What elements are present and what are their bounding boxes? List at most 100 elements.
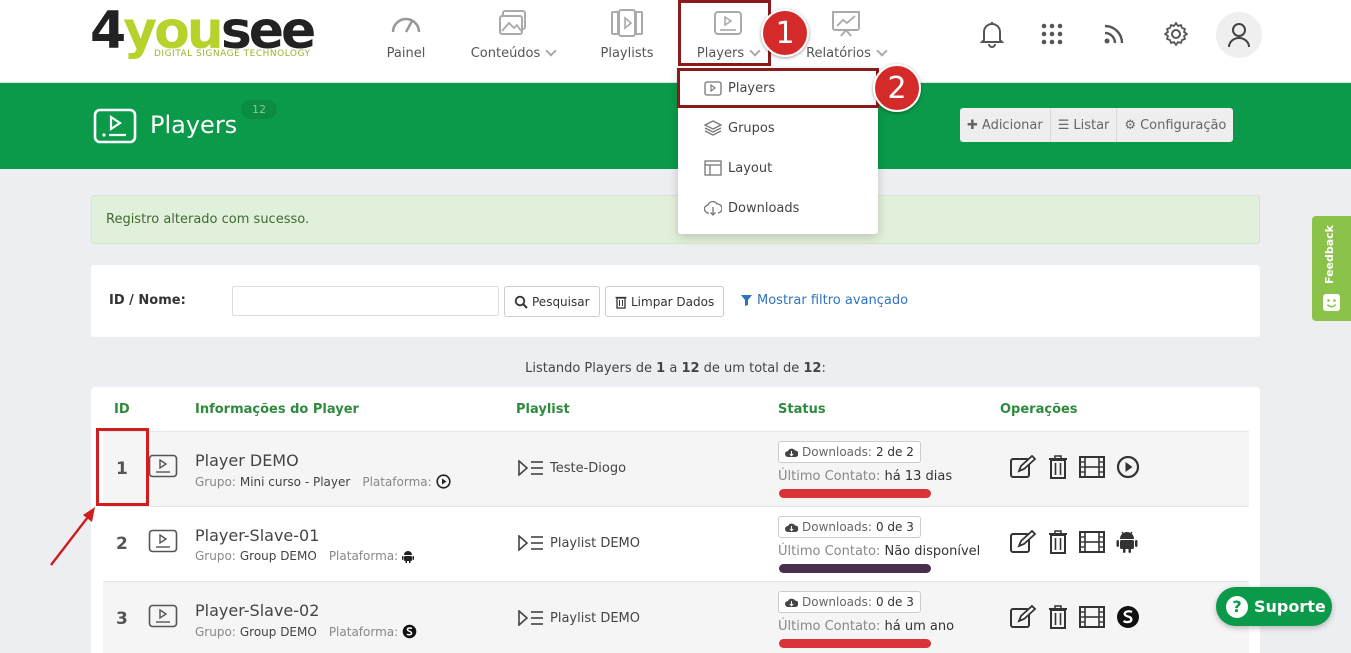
list-icon: ☰ <box>1057 117 1070 133</box>
column-header-operations: Operações <box>1000 402 1078 417</box>
android-icon <box>402 551 415 563</box>
row-operations <box>1009 605 1140 629</box>
downloads-badge: Downloads: 0 de 3 <box>778 516 921 538</box>
nav-painel[interactable]: Painel <box>381 0 431 70</box>
logo[interactable]: 4yousee DIGITAL SIGNAGE TECHNOLOGY <box>90 2 316 62</box>
playlist-lines-icon <box>518 610 543 626</box>
column-header-id[interactable]: ID <box>114 402 130 417</box>
smile-icon <box>1323 294 1340 311</box>
android-icon[interactable] <box>1116 530 1138 554</box>
images-icon <box>496 6 530 40</box>
dropdown-item-layout[interactable]: Layout <box>678 148 878 188</box>
clear-button[interactable]: Limpar Dados <box>605 286 725 317</box>
listing-summary: Listando Players de 1 a 12 de um total d… <box>525 361 826 376</box>
player-name-link[interactable]: Player DEMO <box>195 451 299 470</box>
nav-conteudos[interactable]: Conteúdos <box>466 0 560 70</box>
report-chart-icon <box>829 6 863 40</box>
edit-icon[interactable] <box>1009 530 1037 554</box>
user-icon <box>1228 23 1250 48</box>
play-circle-icon <box>436 474 451 489</box>
bell-icon[interactable] <box>972 14 1012 54</box>
dropdown-item-grupos[interactable]: Grupos <box>678 108 878 148</box>
advanced-filter-link[interactable]: Mostrar filtro avançado <box>741 293 908 308</box>
cloud-download-icon <box>785 598 798 607</box>
support-button[interactable]: ? Suporte <box>1216 587 1332 626</box>
annotation-arrow-icon <box>50 507 95 566</box>
column-header-status[interactable]: Status <box>778 402 826 417</box>
dropdown-item-downloads[interactable]: Downloads <box>678 188 878 228</box>
filter-label: ID / Nome: <box>109 293 186 308</box>
column-header-info[interactable]: Informações do Player <box>195 402 359 417</box>
playlist-cell[interactable]: Teste-Diogo <box>518 460 626 476</box>
playlist-cell[interactable]: Playlist DEMO <box>518 535 640 551</box>
filter-funnel-icon <box>741 295 752 306</box>
nav-playlists-label: Playlists <box>600 46 654 61</box>
nav-conteudos-label: Conteúdos <box>470 46 541 61</box>
config-button[interactable]: ⚙ Configuração <box>1117 108 1233 142</box>
players-count-badge: 12 <box>241 100 277 119</box>
gear-icon[interactable] <box>1156 14 1196 54</box>
player-screen-icon <box>148 529 178 559</box>
table-row: 2 Player-Slave-01 Grupo: Group DEMO Plataf… <box>103 506 1249 581</box>
nav-relatorios[interactable]: Relatórios <box>801 0 891 70</box>
trash-icon <box>615 296 627 309</box>
player-name-link[interactable]: Player-Slave-01 <box>195 526 319 545</box>
trash-icon[interactable] <box>1048 455 1068 479</box>
layers-icon <box>704 120 722 136</box>
players-table: ID Informações do Player Playlist Status… <box>91 387 1260 653</box>
search-input[interactable] <box>232 286 499 316</box>
player-meta: Grupo: Mini curso - Player Plataforma: <box>195 474 451 489</box>
nav-painel-label: Painel <box>386 46 426 61</box>
playlist-lines-icon <box>518 460 543 476</box>
player-screen-icon <box>93 108 137 148</box>
player-name-link[interactable]: Player-Slave-02 <box>195 601 319 620</box>
playlist-cell[interactable]: Playlist DEMO <box>518 610 640 626</box>
apps-grid-icon[interactable] <box>1032 14 1072 54</box>
player-screen-icon <box>148 454 178 484</box>
player-meta: Grupo: Group DEMO Plataforma: <box>195 549 415 563</box>
trash-icon[interactable] <box>1048 530 1068 554</box>
feedback-label: Feedback <box>1323 225 1336 284</box>
search-button[interactable]: Pesquisar <box>504 286 600 317</box>
search-icon <box>514 295 528 309</box>
chevron-down-icon <box>876 45 888 57</box>
annotation-highlight-row-id <box>96 428 149 506</box>
downloads-badge: Downloads: 0 de 3 <box>778 591 921 613</box>
annotation-step-2: 2 <box>873 64 921 112</box>
rss-feed-icon[interactable] <box>1094 14 1134 54</box>
annotation-highlight-players-nav <box>678 0 771 66</box>
add-button[interactable]: ✚ Adicionar <box>960 108 1051 142</box>
playlist-icon <box>610 6 644 40</box>
downloads-badge: Downloads: 2 de 2 <box>778 441 921 463</box>
edit-icon[interactable] <box>1009 455 1037 479</box>
trash-icon[interactable] <box>1048 605 1068 629</box>
status-bar <box>779 639 931 648</box>
list-button[interactable]: ☰ Listar <box>1051 108 1118 142</box>
play-circle-icon[interactable] <box>1116 455 1140 479</box>
question-icon: ? <box>1226 595 1248 618</box>
playlist-lines-icon <box>518 535 543 551</box>
plus-icon: ✚ <box>967 117 978 133</box>
user-avatar[interactable] <box>1216 12 1262 58</box>
status-bar <box>779 564 931 573</box>
nav-playlists[interactable]: Playlists <box>596 0 658 70</box>
samsung-s-icon[interactable] <box>1116 605 1140 629</box>
chevron-down-icon <box>545 45 557 57</box>
cloud-download-icon <box>704 200 722 216</box>
film-icon[interactable] <box>1079 605 1105 629</box>
top-navbar: 4yousee DIGITAL SIGNAGE TECHNOLOGY Paine… <box>0 0 1351 83</box>
page-title: Players <box>150 111 238 139</box>
edit-icon[interactable] <box>1009 605 1037 629</box>
cloud-download-icon <box>785 523 798 532</box>
film-icon[interactable] <box>1079 530 1105 554</box>
last-contact: Último Contato: há um ano <box>778 619 955 634</box>
annotation-step-1: 1 <box>761 9 809 57</box>
column-header-playlist[interactable]: Playlist <box>516 402 570 417</box>
feedback-tab[interactable]: Feedback <box>1312 216 1351 321</box>
film-icon[interactable] <box>1079 455 1105 479</box>
gauge-icon <box>389 6 423 40</box>
nav-relatorios-label: Relatórios <box>806 46 871 61</box>
cloud-download-icon <box>785 448 798 457</box>
page-header: Players 12 ✚ Adicionar ☰ Listar ⚙ Configura… <box>0 83 1351 169</box>
row-id: 2 <box>116 534 128 554</box>
